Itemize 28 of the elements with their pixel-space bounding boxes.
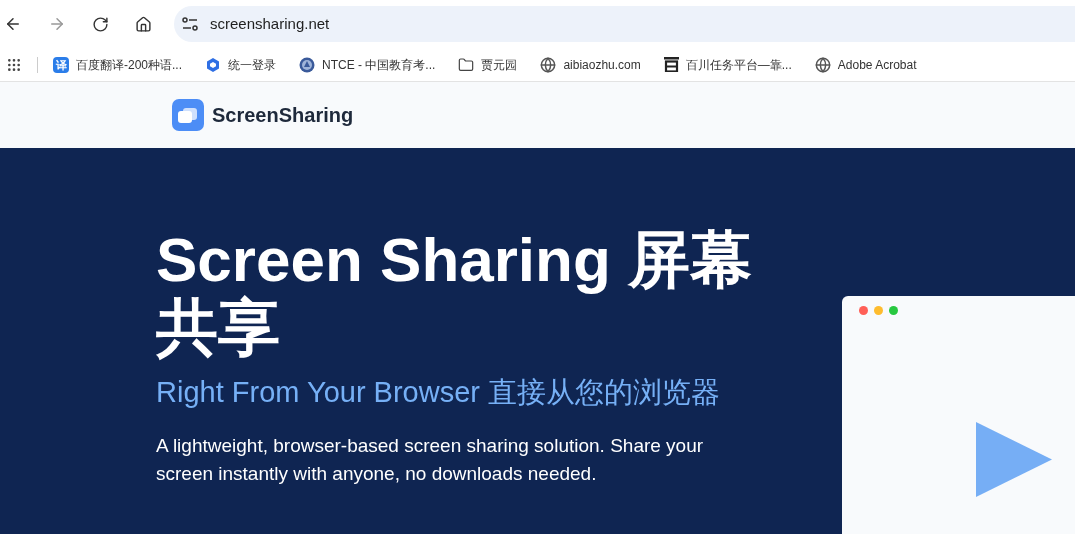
globe-icon xyxy=(814,56,831,73)
reload-icon[interactable] xyxy=(92,15,109,33)
translate-icon: 译 xyxy=(53,56,69,73)
bookmark-item[interactable]: Adobe Acrobat xyxy=(807,51,924,78)
bookmark-item[interactable]: 译 百度翻译-200种语... xyxy=(46,51,190,78)
back-icon[interactable] xyxy=(4,15,22,33)
play-icon xyxy=(976,422,1052,497)
home-icon[interactable] xyxy=(135,15,152,33)
forward-icon[interactable] xyxy=(48,15,66,33)
seal-icon xyxy=(299,56,316,73)
bookmark-item[interactable]: 贾元园 xyxy=(451,51,525,78)
globe-icon xyxy=(540,56,557,73)
bookmark-item[interactable]: 统一登录 xyxy=(198,51,284,78)
hero-subtitle: Right From Your Browser 直接从您的浏览器 xyxy=(156,375,721,410)
site-settings-icon[interactable] xyxy=(182,17,198,31)
hexagon-icon xyxy=(205,56,222,73)
bookmark-item[interactable]: 百川任务平台—靠... xyxy=(656,51,799,78)
site-logo-text[interactable]: ScreenSharing xyxy=(212,100,354,130)
address-bar[interactable]: screensharing.net xyxy=(174,6,1075,42)
bookmark-item[interactable]: aibiaozhu.com xyxy=(533,51,648,78)
url-text: screensharing.net xyxy=(210,13,330,34)
hero-description: A lightweight, browser-based screen sharing solution. Share your screen instantly with anyone, no downloads needed. xyxy=(156,434,705,486)
hero-title: Screen Sharing 屏幕共享 xyxy=(156,226,754,362)
square-glyph-icon xyxy=(663,57,679,72)
logo-icon xyxy=(172,99,204,131)
folder-icon xyxy=(458,56,475,73)
apps-icon[interactable] xyxy=(6,56,22,73)
bookmark-item[interactable]: NTCE - 中国教育考... xyxy=(292,51,443,78)
